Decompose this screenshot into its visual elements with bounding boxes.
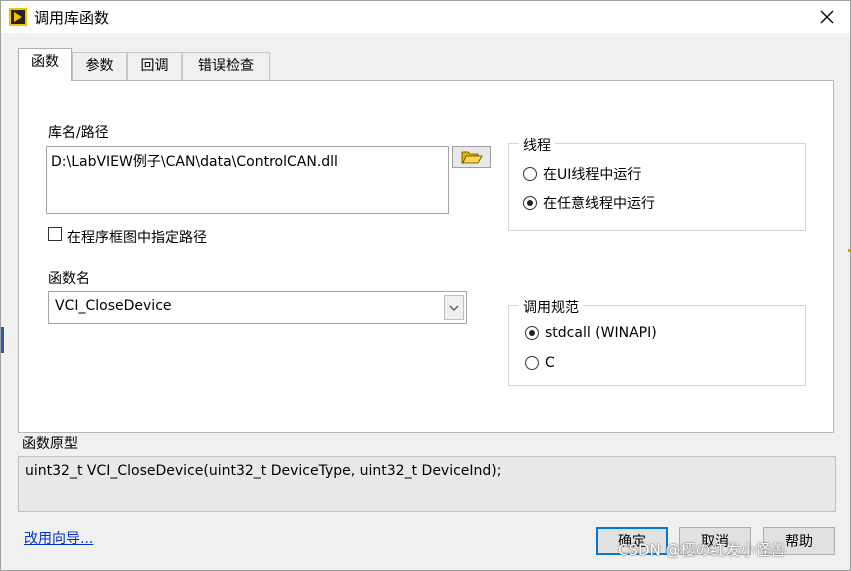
prototype-box: uint32_t VCI_CloseDevice(uint32_t Device… bbox=[18, 456, 836, 512]
thread-option-ui-label: 在UI线程中运行 bbox=[543, 167, 642, 183]
radio-any-thread[interactable] bbox=[523, 196, 537, 210]
tab-parameters[interactable]: 参数 bbox=[72, 52, 127, 81]
call-library-function-dialog: 调用库函数 函数 参数 回调 错误检查 库名/路径 D:\LabVIEW例子\C… bbox=[0, 0, 851, 571]
prototype-label: 函数原型 bbox=[22, 436, 78, 452]
function-name-select[interactable]: VCI_CloseDevice bbox=[48, 291, 467, 324]
thread-option-any-label: 在任意线程中运行 bbox=[543, 196, 655, 212]
thread-option-ui[interactable]: 在UI线程中运行 bbox=[523, 164, 641, 184]
thread-group: 线程 bbox=[508, 135, 806, 231]
library-path-field[interactable]: D:\LabVIEW例子\CAN\data\ControlCAN.dll bbox=[46, 146, 449, 214]
close-icon bbox=[820, 10, 834, 24]
tab-callbacks[interactable]: 回调 bbox=[127, 52, 182, 81]
radio-stdcall[interactable] bbox=[525, 326, 539, 340]
calling-convention-title: 调用规范 bbox=[519, 297, 583, 317]
labview-app-icon bbox=[9, 8, 27, 26]
calling-convention-group: 调用规范 bbox=[508, 297, 806, 386]
convention-c-label: C bbox=[545, 355, 555, 371]
window-title: 调用库函数 bbox=[34, 9, 110, 27]
convention-option-stdcall[interactable]: stdcall (WINAPI) bbox=[525, 325, 657, 341]
function-name-label: 函数名 bbox=[48, 271, 90, 287]
function-name-value: VCI_CloseDevice bbox=[55, 298, 172, 314]
convention-option-c[interactable]: C bbox=[525, 355, 555, 371]
chevron-down-icon bbox=[449, 305, 459, 311]
tab-error-checking[interactable]: 错误检查 bbox=[182, 52, 270, 81]
folder-open-icon bbox=[461, 151, 483, 164]
radio-ui-thread[interactable] bbox=[523, 167, 537, 181]
thread-option-any[interactable]: 在任意线程中运行 bbox=[523, 193, 655, 213]
library-path-label: 库名/路径 bbox=[48, 125, 109, 141]
convention-stdcall-label: stdcall (WINAPI) bbox=[545, 325, 657, 341]
title-bar: 调用库函数 bbox=[1, 1, 850, 33]
watermark: CSDN @樱の红发小怪兽 bbox=[618, 541, 786, 559]
dropdown-arrow-button[interactable] bbox=[444, 295, 464, 320]
thread-group-title: 线程 bbox=[519, 135, 555, 155]
specify-path-checkbox[interactable] bbox=[48, 227, 62, 241]
specify-path-label: 在程序框图中指定路径 bbox=[67, 230, 207, 246]
browse-button[interactable] bbox=[452, 146, 491, 168]
use-wizard-link[interactable]: 改用向导... bbox=[24, 528, 93, 548]
tab-function[interactable]: 函数 bbox=[18, 48, 72, 81]
close-button[interactable] bbox=[804, 1, 850, 33]
left-edge-mark bbox=[1, 327, 4, 353]
radio-c[interactable] bbox=[525, 356, 539, 370]
